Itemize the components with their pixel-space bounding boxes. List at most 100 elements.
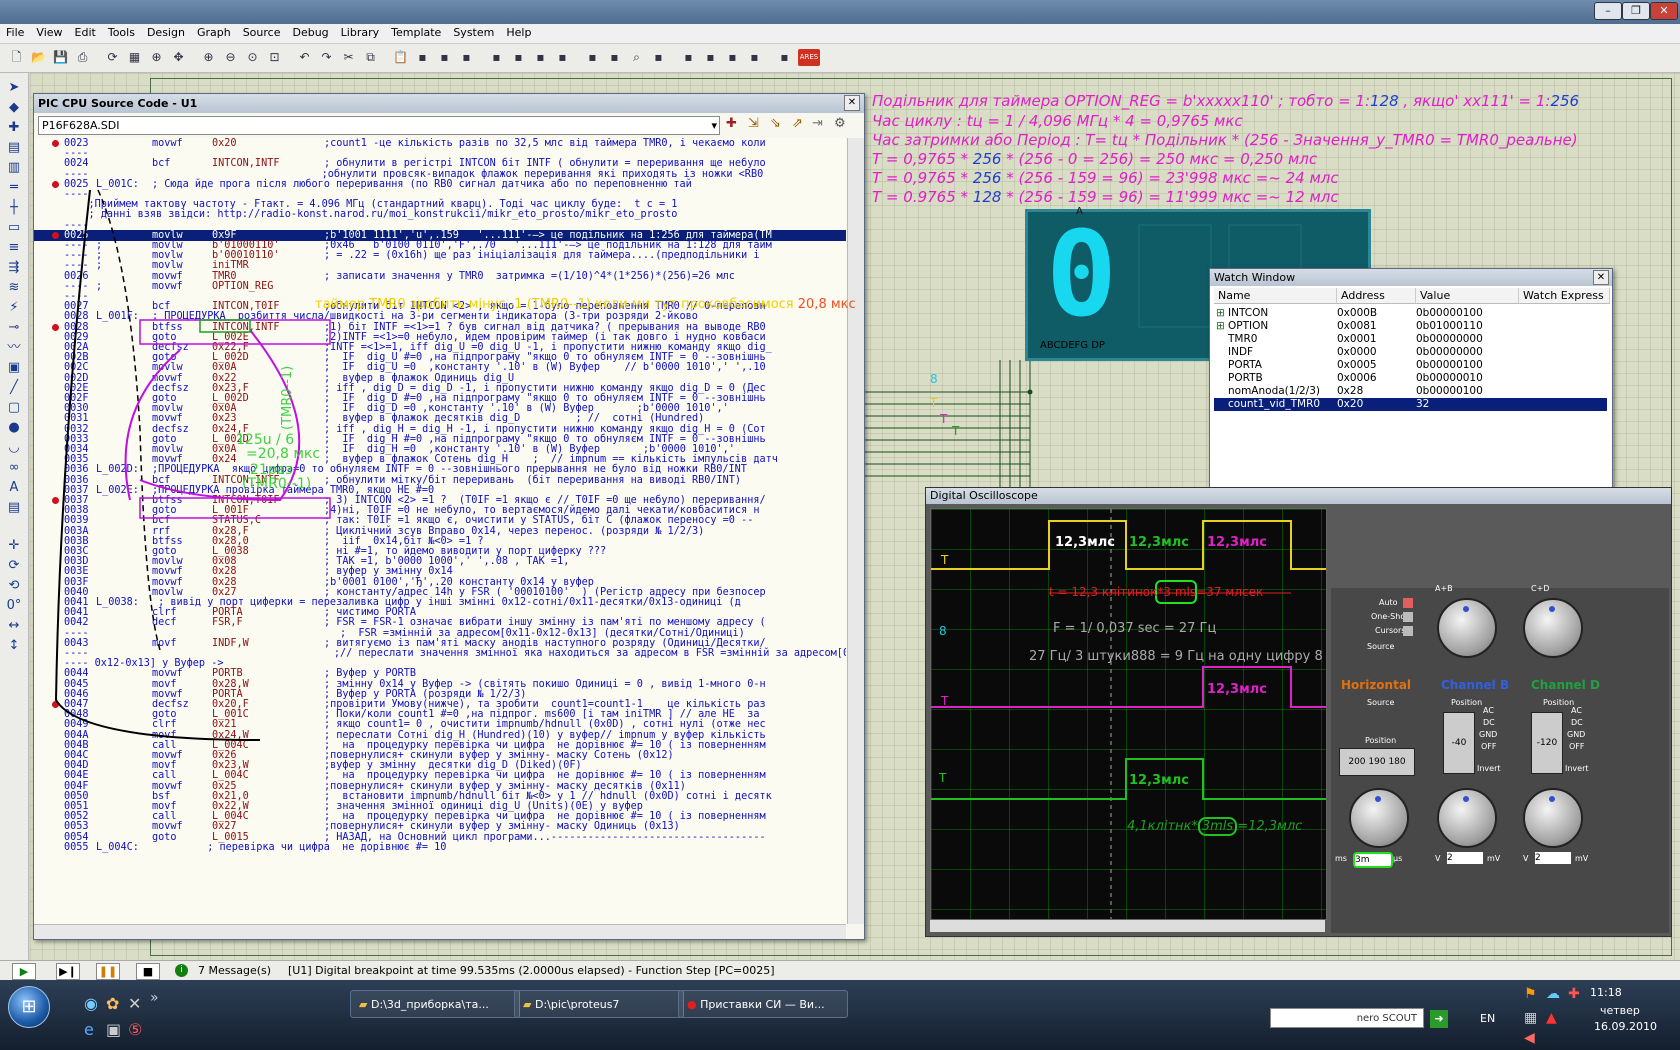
open-icon[interactable]: 📂 xyxy=(30,49,47,66)
new-icon[interactable]: 🗋 xyxy=(8,49,25,66)
watch-row[interactable]: count1_vid_TMR0 0x20 32 xyxy=(1214,398,1607,411)
menu-file[interactable]: File xyxy=(0,24,30,39)
close-button[interactable]: ✕ xyxy=(1650,2,1678,20)
ie-icon[interactable]: e xyxy=(84,1020,94,1039)
tool-icon-14[interactable]: 〰 xyxy=(5,339,23,357)
oscilloscope-screen[interactable]: T 8 T T 12,3млс 12,3млс 12,3млс t = 12,3… xyxy=(930,508,1327,920)
step-over-icon[interactable]: ⇲ xyxy=(748,116,759,131)
pause-icon[interactable]: ❚❚ xyxy=(96,963,120,980)
cut-icon[interactable]: ✂ xyxy=(340,49,357,66)
grid-icon[interactable]: ▦ xyxy=(126,49,143,66)
tray-icon-1[interactable]: ⚑ xyxy=(1524,986,1537,1002)
decompose-icon[interactable]: ▪ xyxy=(584,49,601,66)
tool-icon-27[interactable]: ↔ xyxy=(5,617,23,635)
tool-icon-22[interactable]: ▤ xyxy=(5,499,23,517)
menu-debug[interactable]: Debug xyxy=(286,24,334,39)
menu-template[interactable]: Template xyxy=(385,24,447,39)
tool-icon-18[interactable]: ● xyxy=(5,419,23,437)
menu-view[interactable]: View xyxy=(30,24,68,39)
watch-row[interactable]: ⊞ OPTION 0x0081 0b01000110 xyxy=(1214,320,1607,333)
menu-tools[interactable]: Tools xyxy=(102,24,141,39)
play-icon[interactable]: ▶ xyxy=(12,963,36,980)
channel-c-volts-knob[interactable] xyxy=(1523,598,1583,658)
tool-icon-15[interactable]: ▣ xyxy=(5,359,23,377)
redo-icon[interactable]: ↷ xyxy=(318,49,335,66)
menu-edit[interactable]: Edit xyxy=(69,24,102,39)
watch-row[interactable]: PORTB 0x0006 0b00000010 xyxy=(1214,372,1607,385)
tray-icon-2[interactable]: ☁ xyxy=(1546,986,1560,1002)
horizontal-position-dial[interactable]: 200 190 180 xyxy=(1339,748,1415,776)
make-device-icon[interactable]: ▪ xyxy=(532,49,549,66)
tool-icon-8[interactable]: ▭ xyxy=(5,219,23,237)
pan-icon[interactable]: ✥ xyxy=(170,49,187,66)
oneshot-toggle[interactable] xyxy=(1403,612,1413,622)
tool-icon-25[interactable]: ⟲ xyxy=(5,577,23,595)
channel-d-position-dial[interactable]: -120 xyxy=(1531,712,1563,774)
tool-icon-13[interactable]: ⊸ xyxy=(5,319,23,337)
breakpoint-icon[interactable] xyxy=(52,140,59,147)
bom-icon[interactable]: ▪ xyxy=(746,49,763,66)
menu-design[interactable]: Design xyxy=(141,24,191,39)
undo-icon[interactable]: ↶ xyxy=(296,49,313,66)
channel-b-volts-input[interactable]: 2 xyxy=(1447,852,1483,864)
remove-sheet-icon[interactable]: ▪ xyxy=(702,49,719,66)
tool-icon-7[interactable]: ┼ xyxy=(5,199,23,217)
watch-col-value[interactable]: Value xyxy=(1416,288,1519,304)
channel-b-position-dial[interactable]: -40 xyxy=(1443,712,1475,774)
menu-system[interactable]: System xyxy=(447,24,500,39)
save-icon[interactable]: 💾 xyxy=(52,49,69,66)
zoom-all-icon[interactable]: ⊙ xyxy=(244,49,261,66)
task-folder-2[interactable]: ▰ D:\pic\proteus7 xyxy=(514,990,684,1018)
tool-icon-28[interactable]: ↕ xyxy=(5,637,23,655)
task-folder-1[interactable]: ▰ D:\3d_приборка\та... xyxy=(350,990,520,1018)
tool-icon-5[interactable]: ▥ xyxy=(5,159,23,177)
tool-icon-1[interactable]: ➤ xyxy=(5,79,23,97)
message-count[interactable]: 7 Message(s) xyxy=(198,961,271,981)
run-to-cursor-icon[interactable]: ⇥ xyxy=(812,116,823,131)
code-line[interactable]: 0055 L_004C: ; перевірка чи цифра не дорі… xyxy=(34,842,846,853)
tool-icon-3[interactable]: ✚ xyxy=(5,119,23,137)
tool-icon-11[interactable]: ≋ xyxy=(5,279,23,297)
source-options-icon[interactable]: ⚙ xyxy=(834,116,846,131)
watch-row[interactable]: PORTA 0x0005 0b00000100 xyxy=(1214,359,1607,372)
zoom-area-icon[interactable]: ⊡ xyxy=(266,49,283,66)
clock-time[interactable]: 11:18 xyxy=(1590,986,1622,999)
zoom-in-icon[interactable]: ⊕ xyxy=(200,49,217,66)
channel-d-volts-knob[interactable] xyxy=(1523,788,1583,848)
source-file-select[interactable]: P16F628A.SDI ▾ xyxy=(38,116,720,135)
watch-col-address[interactable]: Address xyxy=(1337,288,1416,304)
new-sheet-icon[interactable]: ▪ xyxy=(680,49,697,66)
netlist-icon[interactable]: ▪ xyxy=(776,49,793,66)
timebase-input[interactable]: 3m xyxy=(1353,852,1393,868)
tray-icon-3[interactable]: ✚ xyxy=(1568,986,1580,1002)
step-into-icon[interactable]: ⇘ xyxy=(770,116,781,131)
watch-row[interactable]: ⊞ INTCON 0x000B 0b00000100 xyxy=(1214,307,1607,320)
block-delete-icon[interactable]: ▪ xyxy=(488,49,505,66)
watch-window-titlebar[interactable]: Watch Window ✕ xyxy=(1210,269,1612,286)
copy-icon[interactable]: ⧉ xyxy=(362,49,379,66)
packaging-icon[interactable]: ▪ xyxy=(554,49,571,66)
quicklaunch-icon-1[interactable]: ◉ xyxy=(84,994,98,1013)
quicklaunch-icon-2[interactable]: ✿ xyxy=(106,994,119,1013)
print-icon[interactable]: ⎙ xyxy=(74,49,91,66)
pick-device-icon[interactable]: ▪ xyxy=(510,49,527,66)
tool-icon-20[interactable]: ∞ xyxy=(5,459,23,477)
block-copy-icon[interactable]: ▪ xyxy=(414,49,431,66)
menu-source[interactable]: Source xyxy=(237,24,287,39)
search-go-icon[interactable]: ➜ xyxy=(1430,1010,1448,1028)
block-rotate-icon[interactable]: ▪ xyxy=(458,49,475,66)
block-move-icon[interactable]: ▪ xyxy=(436,49,453,66)
channel-b-volts-knob[interactable] xyxy=(1437,788,1497,848)
watch-row[interactable]: INDF 0x0000 0b00000000 xyxy=(1214,346,1607,359)
watch-row[interactable]: TMR0 0x0001 0b00000000 xyxy=(1214,333,1607,346)
cursors-toggle[interactable] xyxy=(1403,626,1413,636)
volume-icon[interactable]: ◀ xyxy=(1524,1030,1535,1046)
code-hscrollbar[interactable] xyxy=(34,924,846,939)
goto-sheet-icon[interactable]: ▪ xyxy=(724,49,741,66)
start-button[interactable]: ⊞ xyxy=(8,986,50,1028)
channel-a-volts-knob[interactable] xyxy=(1437,598,1497,658)
step-icon[interactable]: ▶❙ xyxy=(56,963,80,980)
watch-col-expression[interactable]: Watch Express xyxy=(1519,288,1610,304)
property-assign-icon[interactable]: ▪ xyxy=(650,49,667,66)
nero-search-box[interactable]: nero SCOUT xyxy=(1270,1008,1424,1028)
